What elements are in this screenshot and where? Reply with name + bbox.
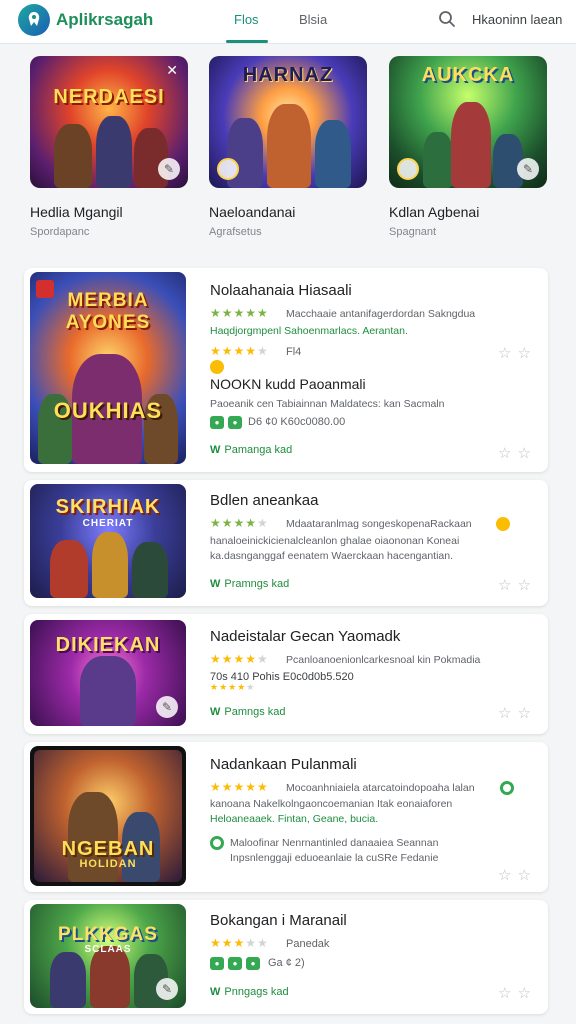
brand-name: Aplikrsagah [56, 10, 154, 29]
thumbnail-subtitle: SCLAAS [84, 944, 132, 955]
edit-icon[interactable]: ✎ [158, 158, 180, 180]
rating-label: Fl4 [286, 346, 302, 358]
favorite-star-icon[interactable]: ☆☆ [498, 344, 536, 362]
list-item[interactable]: NGEBAN HOLIDAN Nadankaan Pulanmali ★★★★★… [24, 742, 548, 892]
search-icon[interactable] [438, 10, 456, 28]
app-thumbnail[interactable]: DIKIEKAN ✎ [30, 620, 186, 726]
featured-card-3[interactable]: AUKCKA ✎ [389, 56, 547, 188]
rating-stars: ★★★★★ [210, 344, 269, 358]
tab-blsia[interactable]: Blsia [299, 12, 327, 27]
rating-stars: ★★★★★ [210, 306, 269, 320]
app-description: hanaloeinickicienalcleanlon ghalae oiaon… [210, 535, 460, 547]
feature-chip: ● [228, 416, 242, 429]
app-description: Paoeanik cen Tabiainnan Maldatecs: kan S… [210, 398, 445, 410]
avatar [217, 158, 239, 180]
coin-icon [210, 360, 224, 374]
feature-chip: ● [210, 416, 224, 429]
thumbnail-title: DIKIEKAN [55, 634, 161, 656]
rating-stars: ★★★★★ [210, 936, 269, 950]
thumbnail-title: PLKKGAS [58, 924, 158, 945]
feature-chip: ● [228, 957, 242, 970]
featured-category-3: Spagnant [389, 226, 437, 238]
favorite-star-icon[interactable]: ☆☆ [498, 704, 536, 722]
featured-art-title: NERDAESI [53, 86, 165, 108]
rating-stars: ★★★★★ [210, 780, 269, 794]
feature-chip: ● [246, 957, 260, 970]
edit-icon[interactable]: ✎ [517, 158, 539, 180]
app-badge-icon [36, 280, 54, 298]
favorite-star-icon[interactable]: ☆☆ [498, 576, 536, 594]
feature-chip: ● [210, 957, 224, 970]
install-button[interactable]: W Pamanga kad [210, 444, 292, 456]
close-icon: ✕ [166, 62, 178, 78]
chips-label: D6 ¢0 K60c0080.00 [248, 416, 346, 428]
thumbnail-subtitle: HOLIDAN [79, 858, 137, 870]
app-title[interactable]: Bokangan i Maranail [210, 912, 347, 929]
rating-label: Panedak [286, 938, 330, 950]
list-item[interactable]: DIKIEKAN ✎ Nadeistalar Gecan Yaomadk ★★★… [24, 614, 548, 734]
edit-icon[interactable]: ✎ [156, 696, 178, 718]
install-button[interactable]: W Pramngs kad [210, 578, 289, 590]
app-description: Haqdjorgmpenl Sahoenmarlacs. Aerantan. [210, 325, 408, 337]
app-title[interactable]: Bdlen aneankaa [210, 492, 318, 509]
app-description: Pcanloanoenionlcarkesnoal kin Pokmadia [286, 654, 481, 666]
app-description: ka.dasnganggaf eenatem Waerckaan hacenga… [210, 550, 454, 562]
app-thumbnail[interactable]: SKIRHIAK CHERIAT [30, 484, 186, 598]
featured-art-title: AUKCKA [421, 64, 515, 86]
chips-label: Ga ¢ 2) [268, 957, 305, 969]
app-description: Heloaneaaek. Fintan, Geane, bucia. [210, 813, 379, 825]
rating-stars: ★★★★★ [210, 516, 269, 530]
app-description: Maloofinar Nenrnantinled danaaiea Seanna… [230, 837, 439, 849]
app-description: kanoana Nakelkolngaoncoemanian Itak eona… [210, 798, 453, 810]
app-thumbnail[interactable]: NGEBAN HOLIDAN [30, 746, 186, 886]
featured-name-2[interactable]: Naeloandanai [209, 204, 295, 220]
app-description: Mocoanhniaiela atarcatoindopoaha lalan [286, 782, 475, 794]
featured-name-1[interactable]: Hedlia Mgangil [30, 204, 123, 220]
featured-card-1[interactable]: NERDAESI ✕ ✎ [30, 56, 188, 188]
app-title[interactable]: Nolaahanaia Hiasaali [210, 282, 352, 299]
install-button[interactable]: W Pamngs kad [210, 706, 286, 718]
rating-stars: ★★★★★ [210, 682, 256, 692]
coin-icon [496, 517, 510, 531]
app-description: Macchaaie antanifagerdordan Sakngdua [286, 308, 476, 320]
thumbnail-subtitle: CHERIAT [82, 518, 134, 529]
tab-flos[interactable]: Flos [234, 12, 259, 27]
rating-stars: ★★★★★ [210, 652, 269, 666]
app-thumbnail[interactable]: MERBIA AYONES OUKHIAS [30, 272, 186, 464]
active-tab-indicator [226, 40, 268, 43]
account-label[interactable]: Hkaoninn laean [472, 12, 562, 27]
verified-icon [500, 781, 514, 795]
list-item[interactable]: PLKKGAS SCLAAS ✎ Bokangan i Maranail ★★★… [24, 900, 548, 1014]
favorite-star-icon[interactable]: ☆☆ [498, 866, 536, 884]
featured-category-2: Agrafsetus [209, 226, 262, 238]
app-subtitle[interactable]: NOOKN kudd Paoanmali [210, 376, 366, 392]
app-header: Aplikrsagah Flos Blsia Hkaoninn laean [0, 0, 576, 44]
featured-category-1: Spordapanc [30, 226, 90, 238]
edit-icon[interactable]: ✎ [156, 978, 178, 1000]
featured-art-title: HARNAZ [242, 64, 334, 86]
list-item[interactable]: MERBIA AYONES OUKHIAS Nolaahanaia Hiasaa… [24, 268, 548, 472]
thumbnail-title: SKIRHIAK [55, 496, 161, 518]
list-item[interactable]: SKIRHIAK CHERIAT Bdlen aneankaa ★★★★★ Md… [24, 480, 548, 606]
featured-name-3[interactable]: Kdlan Agbenai [389, 204, 479, 220]
app-title[interactable]: Nadankaan Pulanmali [210, 756, 357, 773]
app-thumbnail[interactable]: PLKKGAS SCLAAS ✎ [30, 904, 186, 1008]
favorite-star-icon[interactable]: ☆☆ [498, 444, 536, 462]
info-icon [210, 836, 224, 850]
app-title[interactable]: Nadeistalar Gecan Yaomadk [210, 628, 400, 645]
favorite-star-icon[interactable]: ☆☆ [498, 984, 536, 1002]
thumbnail-title: MERBIA AYONES [65, 290, 151, 333]
app-description: Mdaataranlmag songeskopenaRackaan [286, 518, 472, 530]
app-description: Inpsnlenggaji eduoeanlaie la cuSRe Fedan… [230, 852, 439, 864]
avatar [397, 158, 419, 180]
app-logo-icon[interactable] [18, 4, 50, 36]
thumbnail-subtitle: OUKHIAS [53, 398, 163, 423]
featured-card-2[interactable]: HARNAZ [209, 56, 367, 188]
install-button[interactable]: W Pnngags kad [210, 986, 289, 998]
